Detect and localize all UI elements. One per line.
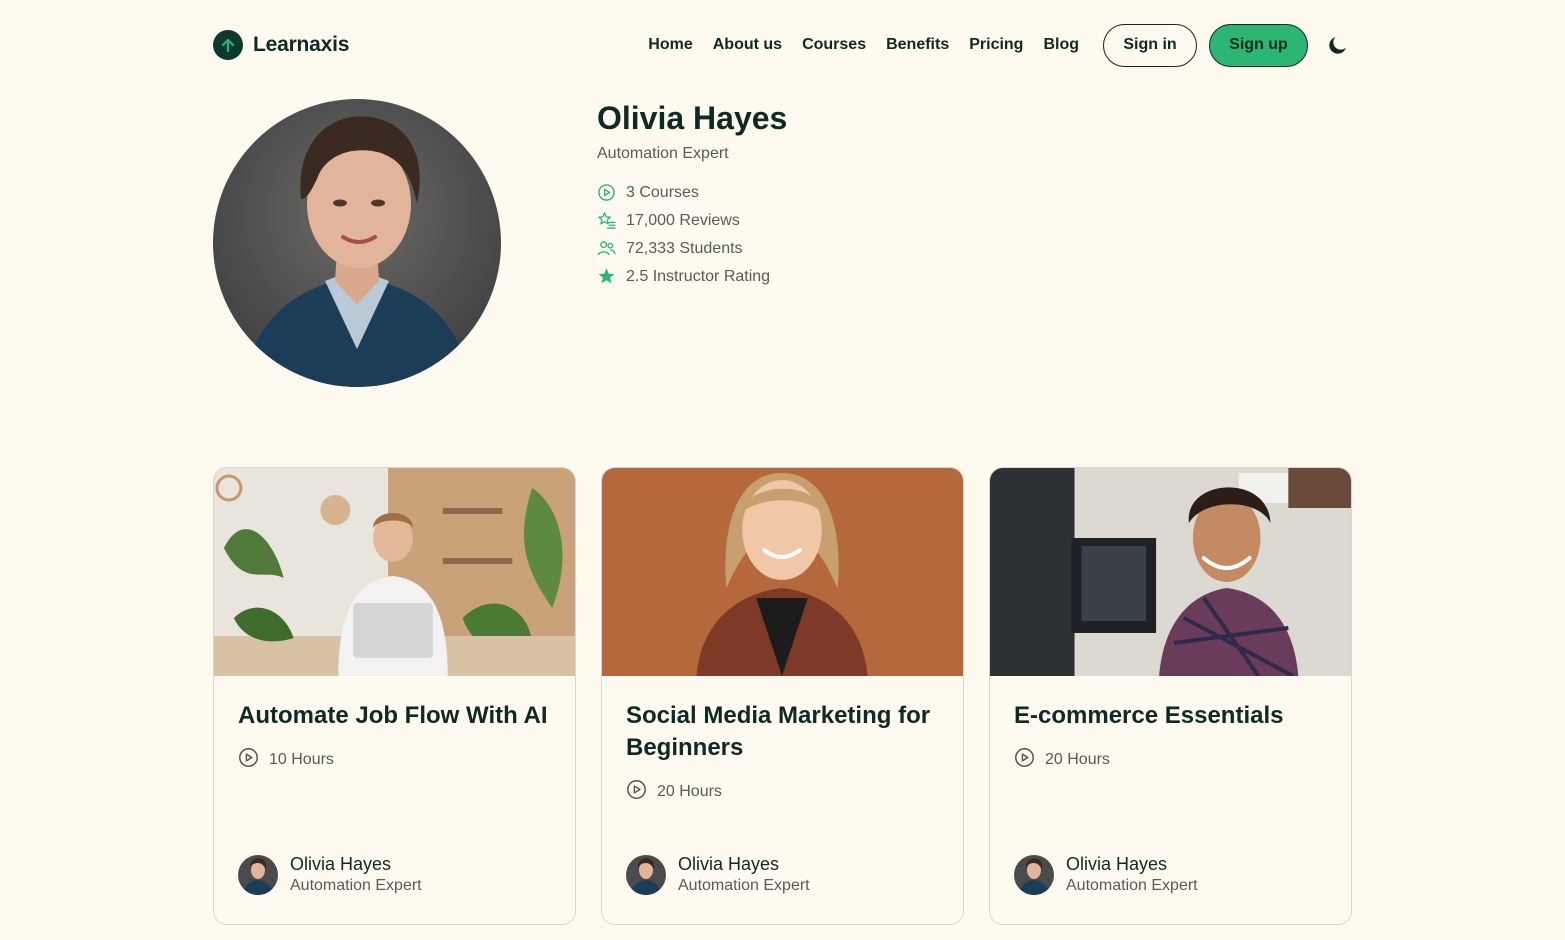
stat-students-text: 72,333 Students <box>626 239 743 257</box>
course-duration: 20 Hours <box>626 779 939 805</box>
nav-link-benefits[interactable]: Benefits <box>886 36 949 54</box>
course-author[interactable]: Olivia Hayes Automation Expert <box>238 853 422 897</box>
avatar <box>1014 855 1054 895</box>
nav-link-home[interactable]: Home <box>648 36 692 54</box>
author-name: Olivia Hayes <box>1066 854 1168 874</box>
course-author[interactable]: Olivia Hayes Automation Expert <box>1014 853 1198 897</box>
course-hours: 20 Hours <box>1045 751 1110 768</box>
course-hours: 20 Hours <box>657 783 722 800</box>
site-header: Learnaxis Home About us Courses Benefits… <box>213 22 1350 68</box>
instructor-photo <box>213 99 501 387</box>
main-nav: Home About us Courses Benefits Pricing B… <box>648 23 1350 67</box>
sign-up-button[interactable]: Sign up <box>1209 23 1308 67</box>
instructor-title: Automation Expert <box>597 145 729 162</box>
nav-link-blog[interactable]: Blog <box>1043 36 1079 54</box>
instructor-stats: 3 Courses 17,000 Reviews 72,333 Students… <box>597 183 787 286</box>
nav-link-about-us[interactable]: About us <box>713 36 782 54</box>
course-card[interactable]: Social Media Marketing for Beginners 20 … <box>601 467 964 925</box>
course-author[interactable]: Olivia Hayes Automation Expert <box>626 853 810 897</box>
play-circle-icon <box>238 747 259 773</box>
stat-courses-text: 3 Courses <box>626 183 699 201</box>
course-image <box>214 468 575 676</box>
avatar <box>626 855 666 895</box>
course-card[interactable]: E-commerce Essentials 20 Hours Olivia Ha… <box>989 467 1352 925</box>
avatar <box>238 855 278 895</box>
course-image <box>602 468 963 676</box>
author-role: Automation Expert <box>678 877 810 894</box>
author-name: Olivia Hayes <box>290 854 392 874</box>
play-circle-icon <box>1014 747 1035 773</box>
play-circle-icon <box>597 183 616 202</box>
nav-link-pricing[interactable]: Pricing <box>969 36 1023 54</box>
stat-reviews: 17,000 Reviews <box>597 211 787 230</box>
stat-courses: 3 Courses <box>597 183 787 202</box>
course-duration: 20 Hours <box>1014 747 1327 773</box>
course-title[interactable]: E-commerce Essentials <box>1014 700 1327 732</box>
author-name: Olivia Hayes <box>678 854 780 874</box>
nav-links: Home About us Courses Benefits Pricing B… <box>648 36 1079 54</box>
course-image <box>990 468 1351 676</box>
instructor-profile: Olivia Hayes Automation Expert 3 Courses… <box>597 99 787 286</box>
brand-name: Learnaxis <box>253 33 350 56</box>
course-card[interactable]: Automate Job Flow With AI 10 Hours Olivi… <box>213 467 576 925</box>
course-title[interactable]: Automate Job Flow With AI <box>238 700 551 732</box>
course-list: Automate Job Flow With AI 10 Hours Olivi… <box>213 467 1352 925</box>
arrow-up-icon <box>213 30 243 60</box>
course-duration: 10 Hours <box>238 747 551 773</box>
users-icon <box>597 239 616 258</box>
star-icon <box>597 267 616 286</box>
sign-in-button[interactable]: Sign in <box>1103 23 1197 67</box>
nav-link-courses[interactable]: Courses <box>802 36 866 54</box>
stat-students: 72,333 Students <box>597 239 787 258</box>
brand[interactable]: Learnaxis <box>213 30 349 60</box>
author-role: Automation Expert <box>290 877 422 894</box>
course-title[interactable]: Social Media Marketing for Beginners <box>626 700 939 764</box>
instructor-name: Olivia Hayes <box>597 100 788 136</box>
moon-icon[interactable] <box>1326 33 1350 57</box>
star-list-icon <box>597 211 616 230</box>
stat-reviews-text: 17,000 Reviews <box>626 211 740 229</box>
play-circle-icon <box>626 779 647 805</box>
course-hours: 10 Hours <box>269 751 334 768</box>
stat-rating: 2.5 Instructor Rating <box>597 267 787 286</box>
stat-rating-text: 2.5 Instructor Rating <box>626 267 771 285</box>
author-role: Automation Expert <box>1066 877 1198 894</box>
